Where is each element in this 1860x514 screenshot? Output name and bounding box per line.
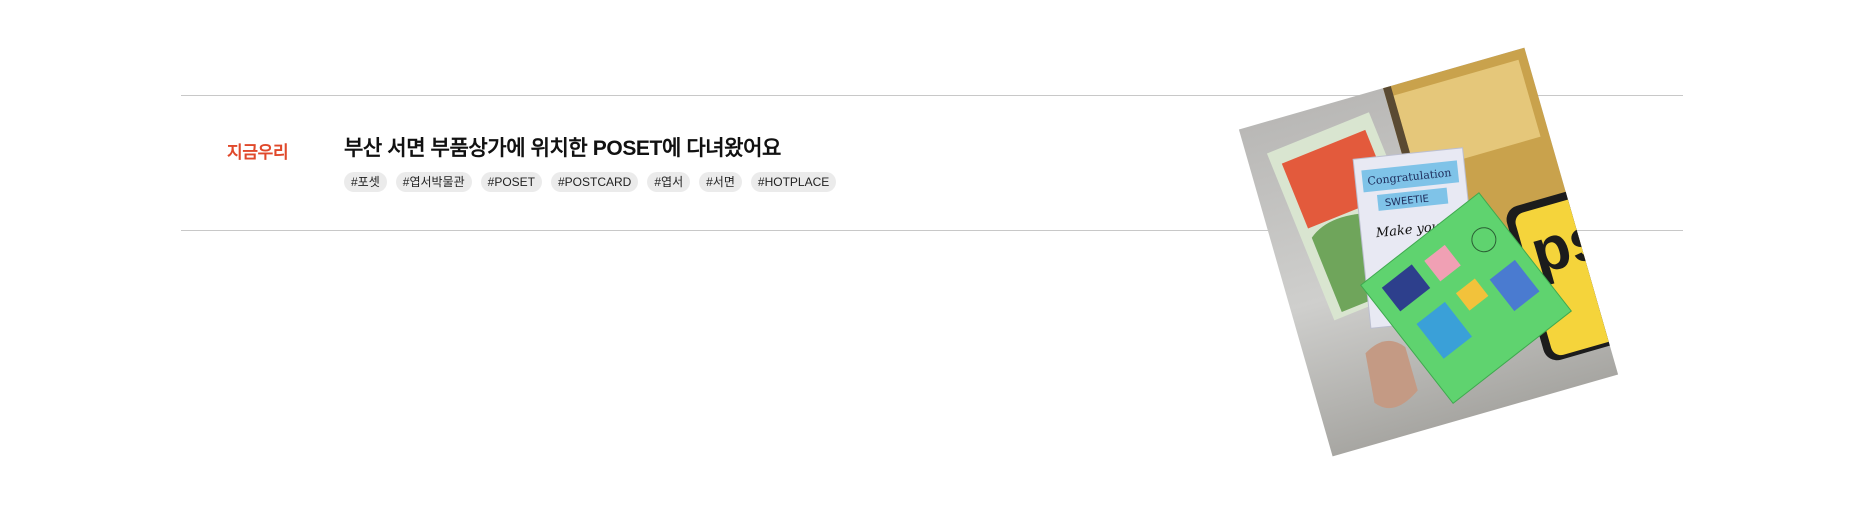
- tag-poset-kr[interactable]: #포셋: [344, 172, 387, 192]
- tag-postcard-museum[interactable]: #엽서박물관: [395, 172, 472, 192]
- tag-poset[interactable]: #POSET: [480, 172, 542, 192]
- tag-yeopseo[interactable]: #엽서: [647, 172, 691, 192]
- tag-hotplace[interactable]: #HOTPLACE: [750, 172, 837, 192]
- post-tags: #포셋 #엽서박물관 #POSET #POSTCARD #엽서 #서면 #HOT…: [344, 172, 837, 192]
- tag-postcard[interactable]: #POSTCARD: [551, 172, 639, 192]
- post-title[interactable]: 부산 서면 부품상가에 위치한 POSET에 다녀왔어요: [344, 132, 781, 162]
- tag-seomyeon[interactable]: #서면: [699, 172, 742, 192]
- post-category[interactable]: 지금우리: [227, 138, 289, 163]
